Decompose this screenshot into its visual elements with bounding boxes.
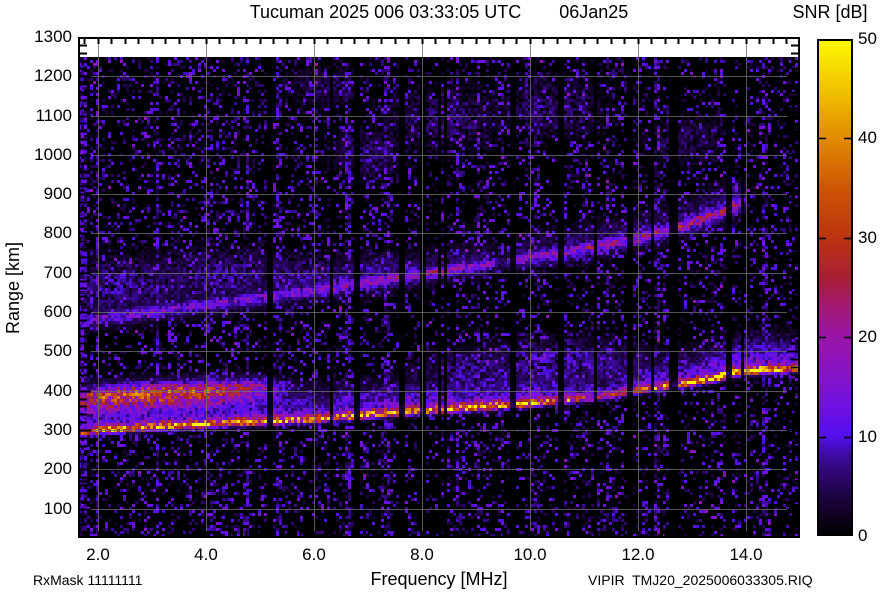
ionogram-page: Tucuman 2025 006 03:33:05 UTC 06Jan25 SN… bbox=[0, 0, 884, 595]
colorbar-tick-label: 40 bbox=[858, 128, 877, 148]
colorbar-tick-label: 10 bbox=[858, 426, 877, 446]
y-tick-label: 900 bbox=[43, 184, 72, 204]
y-tick-label: 400 bbox=[43, 380, 72, 400]
colorbar-tick-label: 0 bbox=[858, 526, 868, 545]
title-row: Tucuman 2025 006 03:33:05 UTC 06Jan25 bbox=[78, 2, 800, 23]
colorbar-tick-label: 20 bbox=[858, 327, 877, 347]
plot-title: Tucuman 2025 006 03:33:05 UTC bbox=[249, 2, 522, 22]
colorbar bbox=[817, 39, 853, 536]
x-tick-label: 12.0 bbox=[621, 545, 655, 564]
x-tick-label: 4.0 bbox=[194, 545, 218, 564]
plot-date: 06Jan25 bbox=[559, 2, 629, 22]
colorbar-tick-label: 50 bbox=[858, 29, 877, 48]
rxmask-label: RxMask 11111111 bbox=[33, 572, 143, 588]
y-tick-label: 1300 bbox=[34, 27, 72, 46]
y-tick-label: 600 bbox=[43, 302, 72, 322]
colorbar-title: SNR [dB] bbox=[792, 2, 868, 22]
y-tick-label: 700 bbox=[43, 262, 72, 282]
x-tick-label: 10.0 bbox=[513, 545, 547, 564]
x-tick-label: 2.0 bbox=[86, 545, 110, 564]
y-tick-label: 800 bbox=[43, 223, 72, 243]
x-tick-label: 6.0 bbox=[302, 545, 326, 564]
colorbar-tick-label: 30 bbox=[858, 227, 877, 247]
y-tick-label: 1100 bbox=[35, 105, 72, 125]
x-tick-label: 8.0 bbox=[410, 545, 434, 564]
filename-label: VIPIR TMJ20_2025006033305.RIQ bbox=[588, 572, 813, 588]
x-axis-label: Frequency [MHz] bbox=[370, 569, 508, 589]
y-tick-label: 300 bbox=[43, 419, 72, 439]
ionogram-heatmap bbox=[78, 37, 800, 538]
y-tick-label: 500 bbox=[43, 341, 72, 361]
y-tick-label: 200 bbox=[43, 459, 72, 479]
y-tick-label: 1200 bbox=[34, 66, 72, 86]
x-tick-label: 14.0 bbox=[729, 545, 763, 564]
y-tick-label: 1000 bbox=[34, 144, 72, 164]
y-tick-label: 100 bbox=[43, 498, 72, 518]
